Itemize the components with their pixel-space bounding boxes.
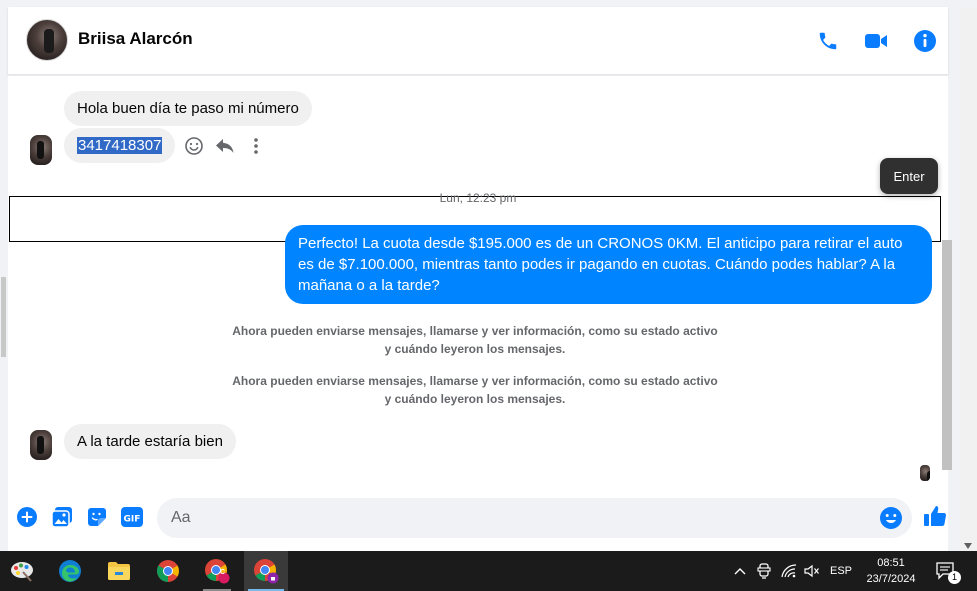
contact-avatar[interactable]: [26, 19, 68, 61]
scroll-down-arrow-icon[interactable]: [964, 543, 972, 549]
clock-time: 08:51: [877, 557, 905, 569]
like-button[interactable]: [922, 503, 948, 529]
chat-window: Briisa Alarcón Hola buen día te paso mi …: [8, 7, 952, 551]
outgoing-message[interactable]: Perfecto! La cuota desde $195.000 es de …: [285, 225, 932, 304]
edge-browser-icon: [59, 560, 81, 582]
chrome-icon: [205, 559, 230, 584]
message-input-box[interactable]: [157, 498, 912, 538]
selected-phone-number[interactable]: 3417418307: [77, 137, 163, 154]
message-list[interactable]: Hola buen día te paso mi número 34174183…: [8, 76, 952, 484]
start-button[interactable]: [0, 551, 44, 591]
conversation-info-button[interactable]: [911, 27, 939, 55]
incoming-message[interactable]: A la tarde estaría bien: [64, 424, 236, 459]
video-call-button[interactable]: [862, 27, 890, 55]
message-input[interactable]: [171, 506, 861, 530]
messages-scrollbar-thumb[interactable]: [942, 240, 952, 470]
action-center-button[interactable]: 1: [930, 551, 962, 591]
message-timestamp: Lun, 12:23 pm: [439, 191, 517, 205]
chat-header: Briisa Alarcón: [8, 7, 948, 75]
incoming-message-phone[interactable]: 3417418307: [64, 128, 176, 163]
volume-muted-icon: [804, 564, 819, 578]
attach-photo-button[interactable]: [49, 504, 75, 530]
reply-button[interactable]: [213, 134, 237, 158]
more-options-button[interactable]: [244, 134, 268, 158]
taskbar-clock[interactable]: 08:51 23/7/2024: [855, 555, 927, 587]
thumbs-up-icon: [924, 506, 947, 527]
chevron-up-icon: [734, 568, 746, 575]
taskbar-chrome-profile[interactable]: C: [195, 551, 239, 591]
device-icon: [757, 563, 771, 579]
more-actions-button[interactable]: [14, 504, 40, 530]
enter-tooltip: Enter: [880, 158, 938, 194]
reply-icon: [216, 139, 234, 153]
svg-text:GIF: GIF: [124, 515, 141, 525]
video-camera-icon: [865, 34, 887, 48]
paint-palette-icon: [11, 562, 33, 582]
emoji-icon: [880, 507, 902, 529]
plus-circle-icon: [17, 507, 37, 527]
contact-name[interactable]: Briisa Alarcón: [78, 29, 193, 49]
profile-badge-label: C: [220, 569, 226, 576]
clock-date: 23/7/2024: [866, 573, 916, 585]
tray-volume[interactable]: [802, 551, 822, 591]
sender-avatar[interactable]: [30, 135, 52, 165]
gif-button[interactable]: GIF: [119, 504, 145, 530]
react-button[interactable]: [182, 134, 206, 158]
windows-taskbar: C ESP 08:51 23/7/2024 1: [0, 551, 977, 591]
taskbar-chrome[interactable]: [146, 551, 190, 591]
page-left-strip: [0, 7, 8, 551]
tray-meet-now[interactable]: [754, 551, 774, 591]
system-notice: Ahora pueden enviarse mensajes, llamarse…: [232, 374, 718, 406]
photo-gallery-icon: [51, 507, 72, 528]
tray-network[interactable]: [778, 551, 800, 591]
read-receipt-avatar: [920, 465, 930, 481]
wifi-icon: [781, 564, 797, 578]
chrome-icon: [254, 559, 279, 584]
left-scrollbar-thumb[interactable]: [1, 277, 6, 357]
sticker-icon: [88, 508, 106, 526]
taskbar-file-explorer[interactable]: [97, 551, 141, 591]
page-top-strip: [0, 0, 977, 7]
sticker-button[interactable]: [84, 504, 110, 530]
folder-icon: [108, 562, 130, 580]
voice-call-button[interactable]: [814, 27, 842, 55]
tray-language[interactable]: ESP: [826, 551, 856, 591]
phone-icon: [819, 32, 837, 50]
sender-avatar[interactable]: [30, 430, 52, 460]
incoming-message[interactable]: Hola buen día te paso mi número: [64, 91, 312, 126]
system-notice: Ahora pueden enviarse mensajes, llamarse…: [232, 324, 718, 356]
gif-icon: GIF: [121, 507, 143, 527]
emoji-button[interactable]: [879, 506, 903, 530]
notification-count-badge: 1: [948, 571, 961, 584]
page-scrollbar[interactable]: [960, 7, 977, 551]
smiley-icon: [185, 137, 203, 155]
info-icon: [914, 30, 936, 52]
show-hidden-icons-button[interactable]: [730, 551, 750, 591]
taskbar-edge[interactable]: [48, 551, 92, 591]
chrome-icon: [157, 560, 179, 582]
taskbar-chrome-active[interactable]: [244, 551, 288, 591]
composer-bar: GIF: [8, 484, 948, 551]
vertical-dots-icon: [254, 138, 258, 154]
